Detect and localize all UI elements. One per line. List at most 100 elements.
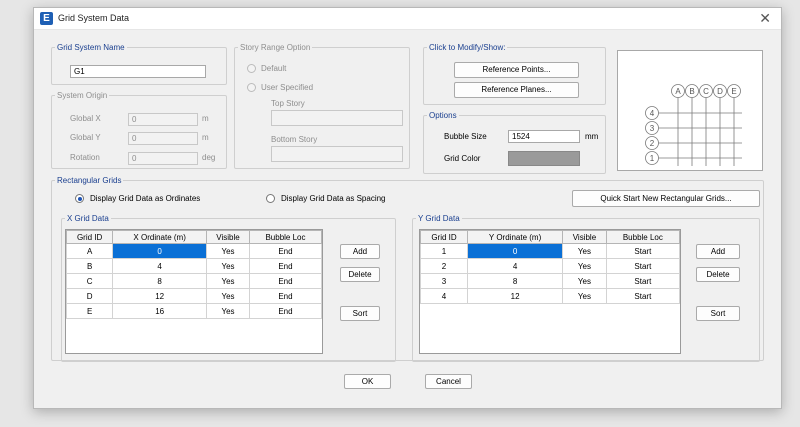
x-add-button[interactable]: Add — [340, 244, 380, 259]
rotation-unit: deg — [202, 153, 216, 162]
y-header-cell: Grid ID — [419, 230, 469, 244]
table-cell[interactable]: Yes — [562, 273, 607, 289]
table-cell[interactable]: End — [248, 258, 323, 274]
bubble-size-unit: mm — [585, 132, 599, 141]
table-cell[interactable]: 4 — [419, 288, 469, 304]
table-row[interactable]: B 4 Yes End — [65, 258, 323, 274]
table-row[interactable]: 3 8 Yes Start — [419, 273, 681, 289]
table-cell[interactable]: 16 — [112, 303, 208, 319]
table-cell[interactable]: Yes — [206, 273, 250, 289]
table-cell[interactable]: 4 — [467, 258, 564, 274]
table-cell[interactable]: Yes — [206, 258, 250, 274]
x-header-cell: X Ordinate (m) — [112, 230, 208, 244]
reference-planes-button[interactable]: Reference Planes... — [454, 82, 579, 98]
grid-system-name-input[interactable]: G1 — [70, 65, 206, 78]
global-x-input[interactable]: 0 — [128, 113, 198, 126]
y-grid-header-row: Grid ID Y Ordinate (m) Visible Bubble Loc — [419, 230, 681, 244]
ordinates-label: Display Grid Data as Ordinates — [90, 194, 201, 203]
table-row[interactable]: 4 12 Yes Start — [419, 288, 681, 304]
y-sort-button[interactable]: Sort — [696, 306, 740, 321]
table-cell[interactable]: End — [248, 303, 323, 319]
table-cell[interactable]: Yes — [206, 303, 250, 319]
table-cell[interactable]: End — [248, 243, 323, 259]
spacing-radio[interactable] — [266, 194, 275, 203]
y-delete-button[interactable]: Delete — [696, 267, 740, 282]
grid-system-name-group: Grid System Name G1 — [51, 43, 227, 85]
quick-start-button[interactable]: Quick Start New Rectangular Grids... — [572, 190, 760, 207]
reference-points-button[interactable]: Reference Points... — [454, 62, 579, 78]
story-range-legend: Story Range Option — [240, 43, 311, 52]
close-icon[interactable]: ✕ — [759, 10, 771, 27]
options-group: Options Bubble Size 1524 mm Grid Color — [423, 111, 606, 174]
table-cell[interactable]: Yes — [562, 288, 607, 304]
table-row[interactable]: C 8 Yes End — [65, 273, 323, 289]
table-cell[interactable]: Start — [605, 243, 681, 259]
table-cell[interactable]: B — [65, 258, 114, 274]
table-cell[interactable]: Yes — [562, 243, 607, 259]
table-row[interactable]: 2 4 Yes Start — [419, 258, 681, 274]
cancel-button[interactable]: Cancel — [425, 374, 472, 389]
table-cell[interactable]: Yes — [206, 288, 250, 304]
table-cell[interactable]: 12 — [467, 288, 564, 304]
table-cell[interactable]: D — [65, 288, 114, 304]
bubble-size-input[interactable]: 1524 — [508, 130, 580, 143]
top-story-label: Top Story — [271, 99, 305, 108]
top-story-select[interactable] — [271, 110, 403, 126]
user-specified-radio[interactable] — [247, 83, 256, 92]
click-to-modify-group: Click to Modify/Show: Reference Points..… — [423, 43, 606, 105]
table-cell[interactable]: Yes — [562, 258, 607, 274]
x-bubble-label: D — [717, 87, 723, 96]
story-range-group: Story Range Option Default User Specifie… — [234, 43, 410, 169]
bottom-story-label: Bottom Story — [271, 135, 318, 144]
dialog-title: Grid System Data — [58, 13, 130, 23]
global-y-input[interactable]: 0 — [128, 132, 198, 145]
grid-system-dialog: E Grid System Data ✕ Grid System Name G1… — [33, 7, 782, 409]
x-grid-group: X Grid Data Grid ID X Ordinate (m) Visible… — [61, 214, 396, 362]
table-row[interactable]: A 0 Yes End — [65, 243, 323, 259]
grid-color-swatch[interactable] — [508, 151, 580, 166]
table-cell[interactable]: 8 — [112, 273, 208, 289]
table-cell[interactable]: 3 — [419, 273, 469, 289]
table-cell[interactable]: Yes — [206, 243, 250, 259]
x-bubble-label: C — [703, 87, 709, 96]
default-label: Default — [261, 64, 287, 73]
y-header-cell: Bubble Loc — [605, 230, 681, 244]
grid-system-name-legend: Grid System Name — [57, 43, 125, 52]
system-origin-legend: System Origin — [57, 91, 108, 100]
grid-preview-drawing: A B C D E 4 3 2 1 — [645, 84, 742, 166]
user-specified-label: User Specified — [261, 83, 314, 92]
x-header-cell: Bubble Loc — [248, 230, 323, 244]
default-radio[interactable] — [247, 64, 256, 73]
global-y-unit: m — [202, 133, 209, 142]
table-cell[interactable]: End — [248, 273, 323, 289]
table-cell[interactable]: 0 — [112, 243, 208, 259]
y-header-cell: Y Ordinate (m) — [467, 230, 564, 244]
x-delete-button[interactable]: Delete — [340, 267, 380, 282]
table-cell[interactable]: 12 — [112, 288, 208, 304]
y-add-button[interactable]: Add — [696, 244, 740, 259]
table-cell[interactable]: Start — [605, 273, 681, 289]
ok-button[interactable]: OK — [344, 374, 391, 389]
table-cell[interactable]: C — [65, 273, 114, 289]
table-cell[interactable]: Start — [605, 258, 681, 274]
ordinates-radio[interactable] — [75, 194, 84, 203]
x-bubble-label: E — [731, 87, 736, 96]
rotation-input[interactable]: 0 — [128, 152, 198, 165]
table-cell[interactable]: 2 — [419, 258, 469, 274]
global-x-label: Global X — [70, 114, 101, 123]
table-cell[interactable]: 4 — [112, 258, 208, 274]
x-sort-button[interactable]: Sort — [340, 306, 380, 321]
table-cell[interactable]: E — [65, 303, 114, 319]
table-cell[interactable]: Start — [605, 288, 681, 304]
table-cell[interactable]: 0 — [467, 243, 564, 259]
table-row[interactable]: 1 0 Yes Start — [419, 243, 681, 259]
table-cell[interactable]: 1 — [419, 243, 469, 259]
bottom-story-select[interactable] — [271, 146, 403, 162]
table-cell[interactable]: 8 — [467, 273, 564, 289]
rectangular-grids-legend: Rectangular Grids — [57, 176, 122, 185]
table-cell[interactable]: End — [248, 288, 323, 304]
options-legend: Options — [429, 111, 457, 120]
table-row[interactable]: E 16 Yes End — [65, 303, 323, 319]
table-cell[interactable]: A — [65, 243, 114, 259]
table-row[interactable]: D 12 Yes End — [65, 288, 323, 304]
